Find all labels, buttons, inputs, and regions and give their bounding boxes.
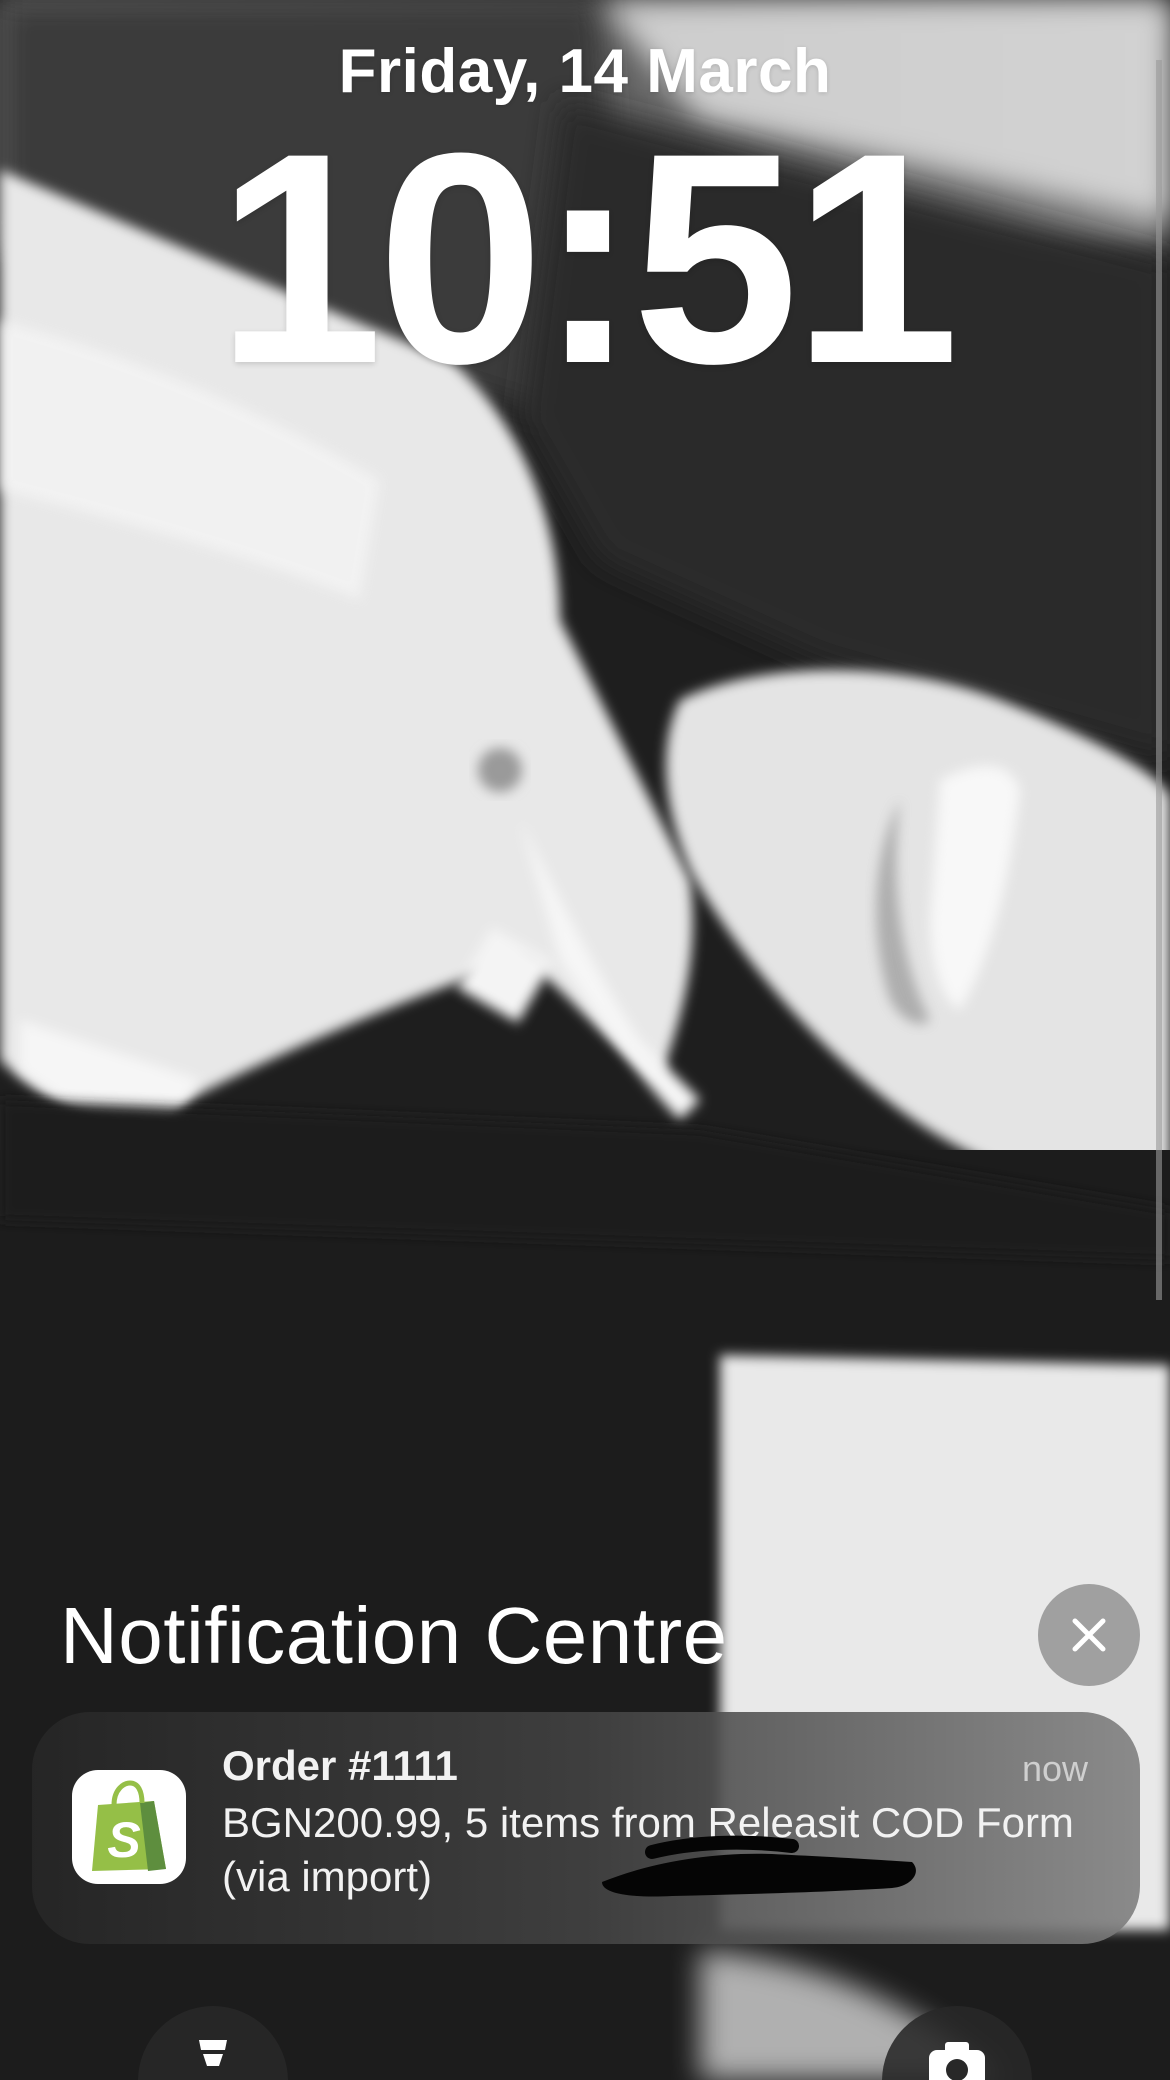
clear-notifications-button[interactable] xyxy=(1038,1584,1140,1686)
flashlight-icon xyxy=(199,2040,227,2066)
lock-screen: Friday, 14 March 10:51 Notification Cent… xyxy=(0,0,1170,2080)
camera-icon xyxy=(929,2042,985,2080)
redaction-scribble xyxy=(602,1835,916,1897)
notification-title: Order #1111 xyxy=(222,1742,458,1789)
lock-screen-time: 10:51 xyxy=(216,90,959,426)
notification-card[interactable]: S Order #1111 now BGN200.99, 5 items fro… xyxy=(32,1712,1140,1944)
shopify-bag-icon: S xyxy=(92,1780,166,1871)
app-icon: S xyxy=(72,1770,186,1884)
svg-text:S: S xyxy=(107,1812,140,1868)
notification-timestamp: now xyxy=(1021,1748,1088,1789)
notification-centre-title: Notification Centre xyxy=(60,1591,728,1680)
close-icon xyxy=(1072,1618,1106,1652)
